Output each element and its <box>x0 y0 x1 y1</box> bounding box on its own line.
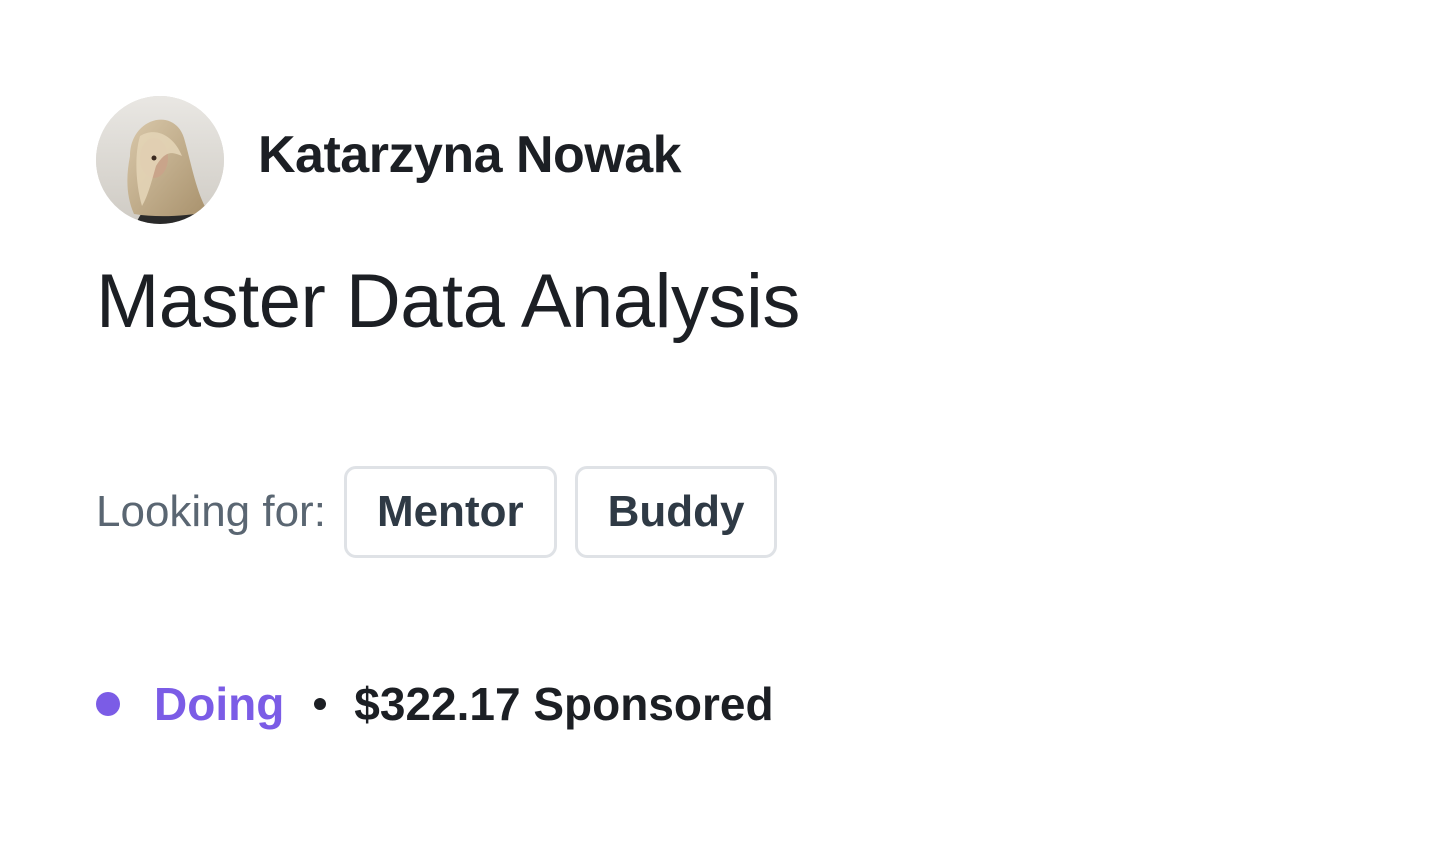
goal-card[interactable]: Katarzyna Nowak Master Data Analysis Loo… <box>96 96 1344 730</box>
author-row: Katarzyna Nowak <box>96 96 1344 224</box>
goal-title[interactable]: Master Data Analysis <box>96 264 800 340</box>
chip-mentor[interactable]: Mentor <box>343 466 557 558</box>
bullet-dot-icon <box>314 698 327 710</box>
status-label: Doing <box>154 678 285 730</box>
looking-for-label: Looking for: <box>96 487 326 536</box>
sponsored-amount: $322.17 Sponsored <box>354 678 774 730</box>
avatar[interactable] <box>96 96 224 224</box>
chip-buddy[interactable]: Buddy <box>574 466 778 558</box>
looking-for-row: Looking for: Mentor Buddy <box>96 464 795 560</box>
avatar-image <box>96 96 224 224</box>
status-row: Doing $322.17 Sponsored <box>96 672 774 736</box>
author-name[interactable]: Katarzyna Nowak <box>258 129 682 181</box>
status-dot-icon <box>96 692 120 716</box>
